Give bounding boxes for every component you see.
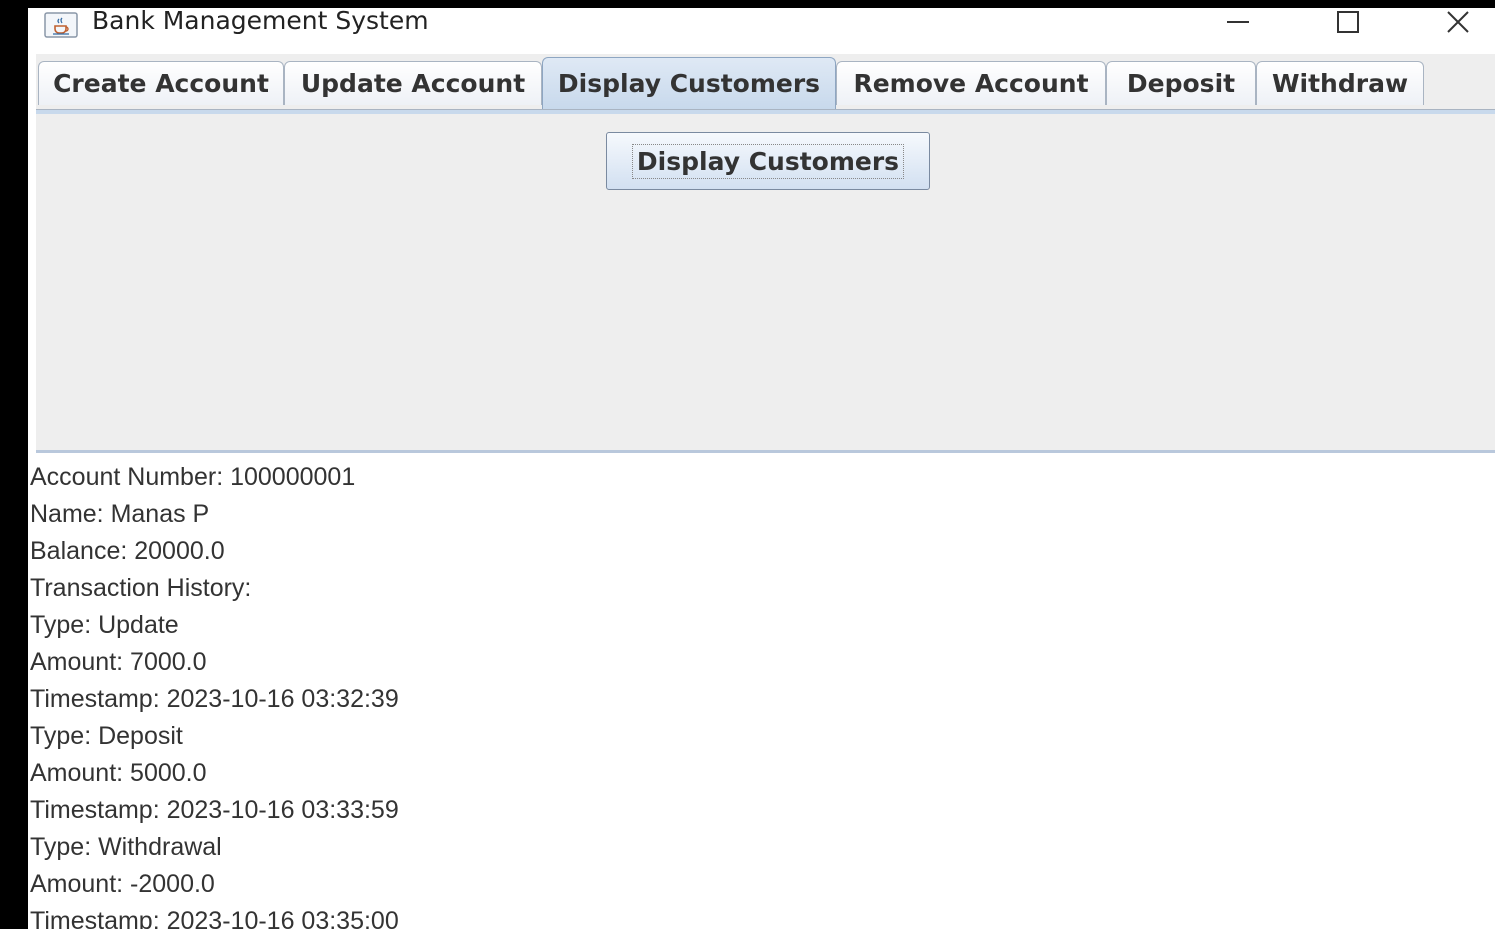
panel-divider — [36, 450, 1495, 453]
tab-strip: Create Account Update Account Display Cu… — [36, 54, 1495, 114]
tab-create-account[interactable]: Create Account — [38, 61, 284, 105]
title-bar[interactable]: Bank Management System — [28, 8, 1495, 48]
output-line: Account Number: 100000001 — [30, 463, 356, 491]
output-line: Transaction History: — [30, 574, 252, 602]
output-line: Type: Update — [30, 611, 179, 639]
output-text-area[interactable]: Account Number: 100000001 Name: Manas P … — [30, 454, 1495, 929]
display-customers-button[interactable]: Display Customers — [606, 132, 930, 190]
tab-label: Update Account — [300, 69, 526, 98]
output-line: Timestamp: 2023-10-16 03:32:39 — [30, 685, 399, 713]
tab-label: Create Account — [53, 69, 269, 98]
tab-withdraw[interactable]: Withdraw — [1256, 61, 1424, 105]
output-line: Name: Manas P — [30, 500, 210, 528]
minimize-button[interactable] — [1208, 8, 1268, 40]
content-pane: Create Account Update Account Display Cu… — [30, 54, 1495, 929]
tab-label: Display Customers — [557, 69, 821, 98]
minimize-icon — [1225, 12, 1251, 37]
tab-label: Withdraw — [1271, 69, 1409, 98]
action-panel: Display Customers — [36, 114, 1495, 450]
output-line: Amount: 5000.0 — [30, 759, 207, 787]
tab-remove-account[interactable]: Remove Account — [836, 61, 1106, 105]
app-window: Bank Management System Create Account Up… — [28, 8, 1495, 929]
tab-update-account[interactable]: Update Account — [284, 61, 542, 105]
output-lines: Account Number: 100000001 Name: Manas P … — [30, 454, 1495, 929]
close-icon — [1445, 9, 1471, 40]
output-line: Timestamp: 2023-10-16 03:35:00 — [30, 907, 399, 929]
tab-deposit[interactable]: Deposit — [1106, 61, 1256, 105]
window-title: Bank Management System — [92, 8, 429, 35]
output-line: Balance: 20000.0 — [30, 537, 225, 565]
close-button[interactable] — [1428, 8, 1488, 40]
output-line: Type: Deposit — [30, 722, 183, 750]
output-line: Timestamp: 2023-10-16 03:33:59 — [30, 796, 399, 824]
tab-label: Remove Account — [853, 69, 1089, 98]
tab-display-customers[interactable]: Display Customers — [542, 57, 836, 109]
display-customers-button-label: Display Customers — [631, 143, 905, 179]
maximize-icon — [1335, 9, 1361, 40]
output-line: Amount: 7000.0 — [30, 648, 207, 676]
maximize-button[interactable] — [1318, 8, 1378, 40]
output-line: Amount: -2000.0 — [30, 870, 215, 898]
tab-label: Deposit — [1126, 69, 1236, 98]
output-line: Type: Withdrawal — [30, 833, 222, 861]
java-cup-icon — [44, 12, 78, 38]
